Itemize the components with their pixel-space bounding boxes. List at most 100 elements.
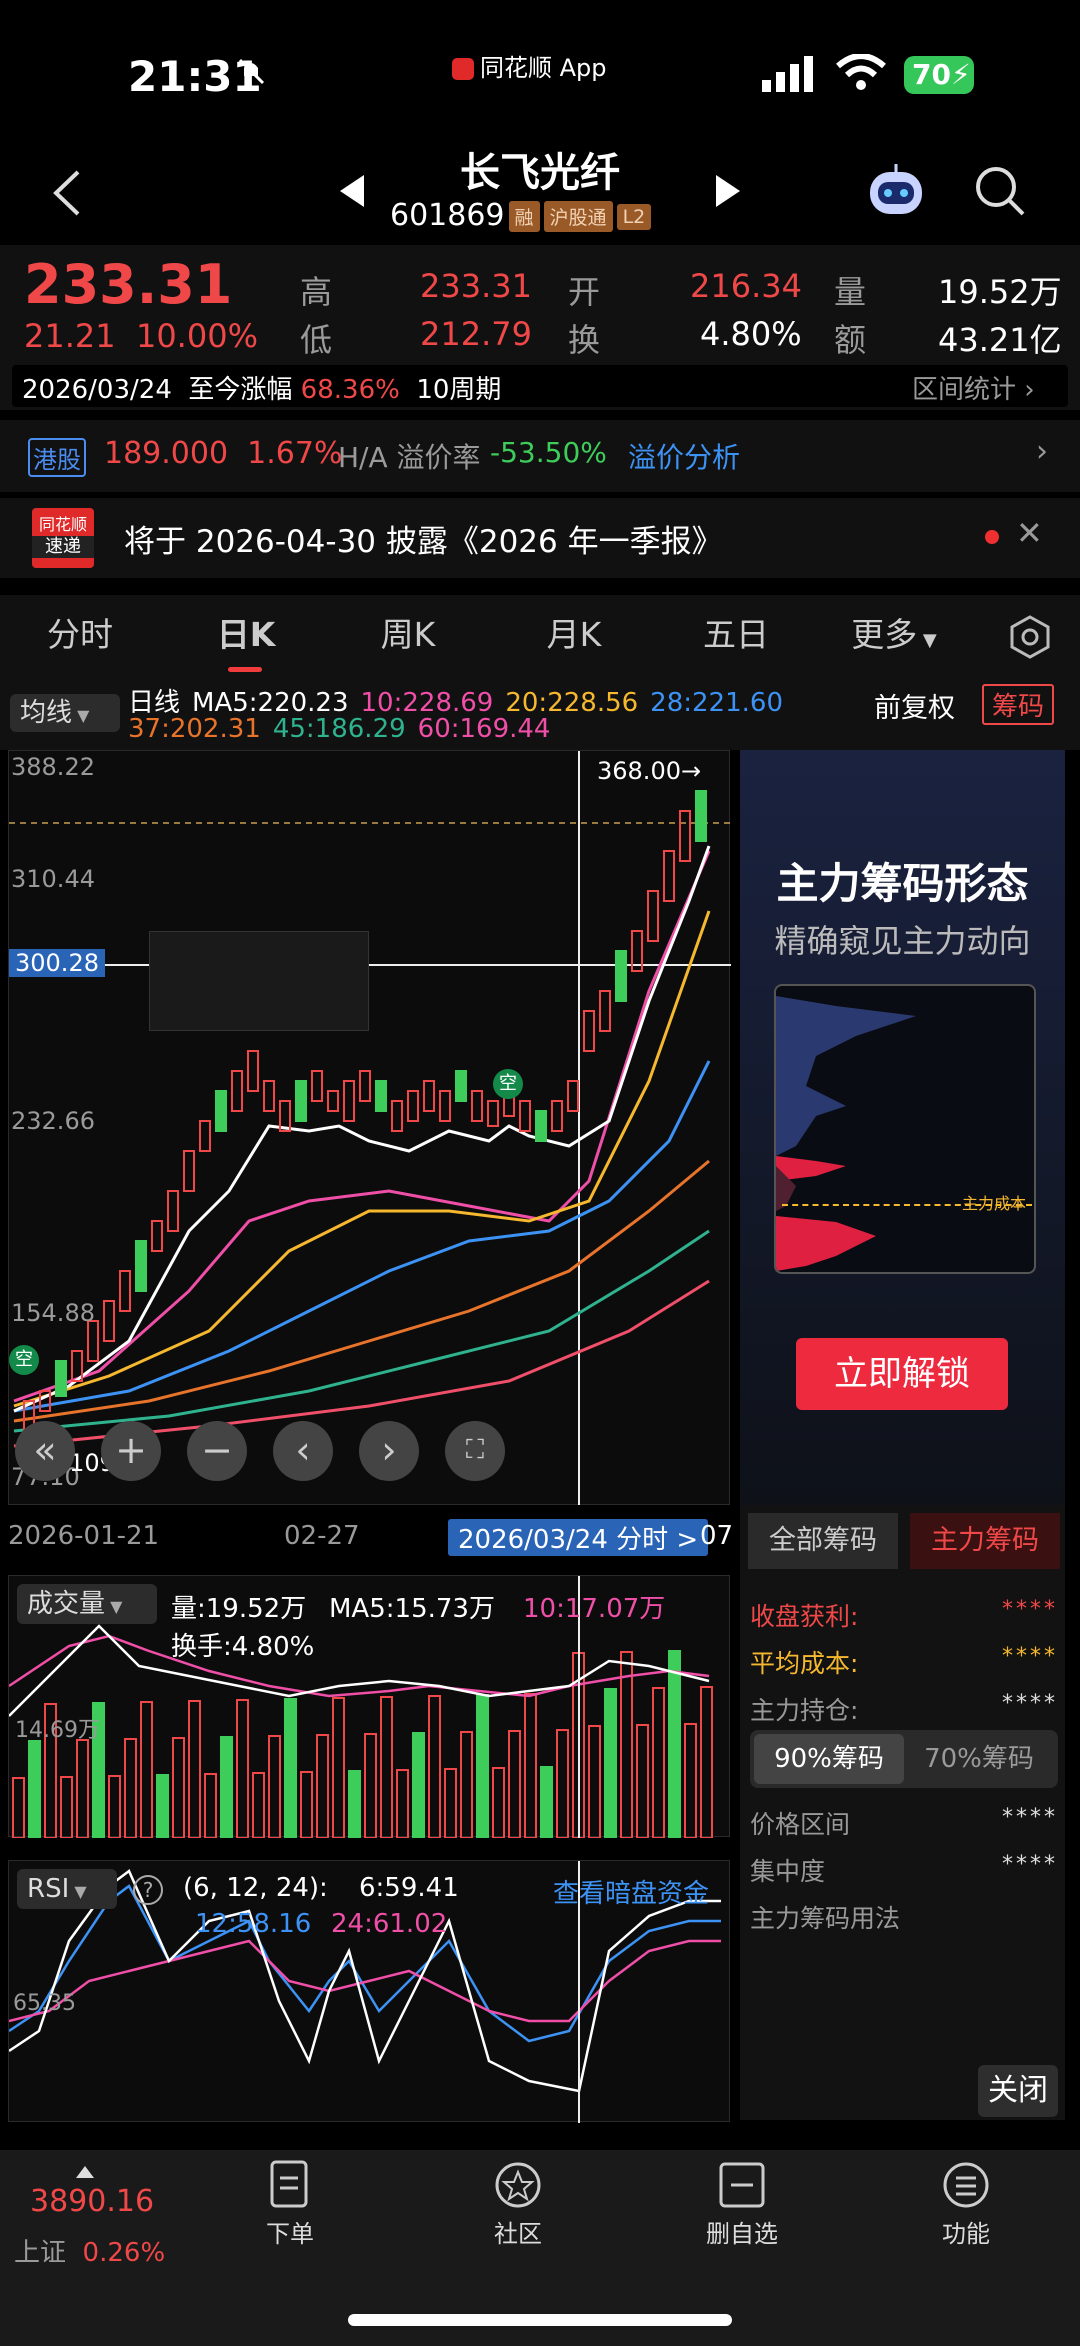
price-change: 21.21 10.00% (24, 317, 258, 355)
ma-selector[interactable]: 均线 ▼ (10, 694, 120, 732)
stock-title: 长飞光纤 (460, 150, 620, 196)
nav-community[interactable]: 社区 (478, 2160, 558, 2249)
robot-icon[interactable] (866, 162, 926, 222)
scroll-left-icon[interactable]: ‹ (273, 1421, 333, 1481)
tab-weekly-k[interactable]: 周K (348, 595, 468, 675)
volume-ma5: MA5:15.73万 (329, 1594, 495, 1624)
rsi-chart[interactable]: RSI ▼ ? (6, 12, 24): 6:59.41 查看暗盘资金 12:5… (8, 1860, 730, 2123)
close-icon[interactable]: ✕ (1016, 514, 1043, 552)
signal-short-marker-2: 空 (493, 1069, 523, 1099)
chip-stat-value: **** (1002, 1644, 1058, 1669)
hk-price: 189.000 1.67% (104, 436, 343, 471)
tab-main-chips[interactable]: 主力筹码 (910, 1513, 1060, 1569)
chip-stat-value: **** (1002, 1805, 1058, 1830)
unlock-button[interactable]: 立即解锁 (796, 1338, 1008, 1410)
period-text: 2026/03/24 至今涨幅 68.36% 10周期 (22, 375, 502, 405)
volume-chart[interactable]: 成交量 ▼ 量:19.52万 MA5:15.73万 10:17.07万 换手:4… (8, 1575, 730, 1838)
tab-more[interactable]: 更多 ▼ (834, 595, 954, 675)
search-icon[interactable] (974, 165, 1026, 221)
close-chips-button[interactable]: 关闭 (978, 2065, 1058, 2117)
chip-stat-value: **** (1002, 1597, 1058, 1622)
chip-promo-panel: 主力筹码形态 精确窥见主力动向 主力成本 立即解锁 (740, 750, 1065, 1505)
tag-l2: L2 (616, 203, 652, 230)
ma-bar: 均线 ▼ 日线 MA5:220.23 10:228.69 20:228.56 28:22… (0, 680, 1080, 750)
scroll-right-icon[interactable]: › (359, 1421, 419, 1481)
volume-axis-label: 14.69万 (15, 1718, 100, 1743)
battery-icon: 70⚡ (904, 56, 974, 94)
dark-pool-link[interactable]: 查看暗盘资金 (553, 1873, 709, 1910)
nav-functions[interactable]: 功能 (926, 2160, 1006, 2249)
nav-header: 长飞光纤 601869 融沪股通 L2 (0, 140, 1080, 245)
chip-stat-value: **** (1002, 1852, 1058, 1877)
chip-button[interactable]: 筹码 (982, 684, 1055, 725)
ha-value: -53.50% (490, 436, 607, 469)
kline-chart[interactable]: 388.22 310.44 300.28 232.66 154.88 77.10… (8, 750, 731, 1506)
x-axis: 2026-01-21 02-27 2026/03/24 分时 > 07 (0, 1505, 734, 1556)
cross-date-button[interactable]: 2026/03/24 分时 > (448, 1519, 709, 1556)
y-label-3: 232.66 (11, 1107, 95, 1135)
ma-value: 28:221.60 (650, 688, 783, 718)
bottom-bar: 3890.16 上证 0.26% 下单 社区 删自选 功能 (0, 2150, 1080, 2346)
y-label-2: 310.44 (11, 865, 95, 893)
ma-value: 45:186.29 (272, 714, 406, 744)
tab-five-day[interactable]: 五日 (676, 595, 796, 675)
status-bar: 21:31 同花顺 App 70⚡ (0, 0, 1080, 150)
app-logo-icon (452, 58, 474, 80)
stock-code: 601869 融沪股通 L2 (390, 198, 652, 233)
zoom-in-icon[interactable]: + (101, 1421, 161, 1481)
tab-intraday[interactable]: 分时 (20, 595, 140, 675)
seg-90[interactable]: 90%筹码 (754, 1734, 904, 1784)
rsi12-value: 12:58.16 (195, 1909, 312, 1939)
promo-title: 主力筹码形态 (776, 859, 1029, 908)
low-value: 212.79 (420, 315, 532, 353)
tab-daily-k[interactable]: 日K (186, 595, 306, 675)
rsi6-value: 6:59.41 (359, 1873, 459, 1903)
nav-remove-watch[interactable]: 删自选 (702, 2160, 782, 2249)
notice-text: 将于 2026-04-30 披露《2026 年一季报》 (124, 524, 723, 560)
index-up-icon (76, 2166, 94, 2178)
rsi-axis-label: 65.35 (13, 1991, 76, 2016)
x-label-2: 02-27 (284, 1521, 360, 1551)
nav-remove-watch-label: 删自选 (706, 2220, 778, 2248)
open-label: 开 (568, 273, 601, 311)
seg-70[interactable]: 70%筹码 (904, 1734, 1054, 1784)
settings-hex-icon[interactable] (1008, 615, 1052, 663)
index-value[interactable]: 3890.16 (30, 2184, 154, 2219)
adjust-mode[interactable]: 前复权 (874, 686, 955, 725)
tab-monthly-k[interactable]: 月K (514, 595, 634, 675)
open-value: 216.34 (690, 267, 802, 305)
prev-stock-icon[interactable] (340, 175, 364, 207)
tab-all-chips[interactable]: 全部筹码 (748, 1513, 898, 1569)
amount-label: 额 (834, 321, 867, 359)
zoom-out-icon[interactable]: − (187, 1421, 247, 1481)
volume-selector[interactable]: 成交量 ▼ (17, 1584, 157, 1624)
fullscreen-icon[interactable]: ⛶ (445, 1421, 505, 1481)
rsi-selector[interactable]: RSI ▼ (17, 1869, 117, 1909)
max-price-label: 368.00→ (597, 757, 702, 785)
high-value: 233.31 (420, 267, 532, 305)
chip-stat-label: 主力持仓: (750, 1696, 859, 1725)
turnover-rate: 换手:4.80% (171, 1632, 315, 1662)
scroll-left-fast-icon[interactable]: « (15, 1421, 75, 1481)
high-label: 高 (300, 273, 333, 311)
premium-analysis-link[interactable]: 溢价分析 (628, 436, 740, 476)
x-label-last: 07 (700, 1521, 734, 1551)
unread-dot (985, 530, 999, 544)
tag-connect: 沪股通 (543, 201, 613, 232)
rsi-params: (6, 12, 24): (183, 1873, 328, 1903)
next-stock-icon[interactable] (716, 175, 740, 207)
hk-row[interactable]: 港股 189.000 1.67% H/A 溢价率 -53.50% 溢价分析 › (0, 420, 1080, 492)
nav-order[interactable]: 下单 (250, 2160, 330, 2249)
period-bar[interactable]: 2026/03/24 至今涨幅 68.36% 10周期 区间统计 › (0, 365, 1080, 410)
y-label-top: 388.22 (11, 753, 95, 781)
notice-banner[interactable]: 同花顺 速递 将于 2026-04-30 披露《2026 年一季报》 ✕ (0, 498, 1080, 578)
back-icon[interactable] (48, 168, 88, 218)
chip-stat-label: 平均成本: (750, 1649, 859, 1678)
chevron-right-icon[interactable]: › (1036, 434, 1048, 469)
interval-stat-link[interactable]: 区间统计 › (912, 369, 1035, 406)
chart-tabs: 分时 日K 周K 月K 五日 更多 ▼ (0, 595, 1080, 687)
rsi24-value: 24:61.02 (331, 1909, 448, 1939)
help-icon[interactable]: ? (133, 1875, 163, 1905)
main-cost-label: 主力成本 (962, 1194, 1027, 1213)
promo-subtitle: 精确窥见主力动向 (774, 922, 1031, 960)
